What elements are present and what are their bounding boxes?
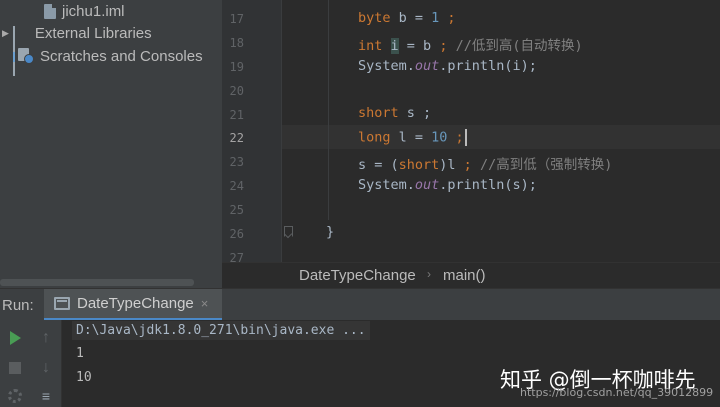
line-number: 20 <box>229 84 244 98</box>
code-keyword: long <box>358 129 391 146</box>
code-semicolon: ; <box>463 157 472 173</box>
line-number: 18 <box>229 36 244 50</box>
code-keyword: short <box>398 157 440 173</box>
line-number-current: 22 <box>229 131 244 145</box>
iml-file-icon <box>44 3 56 19</box>
line-number: 19 <box>229 60 244 74</box>
watermark-url: https://blog.csdn.net/qq_39012899 <box>520 386 714 399</box>
indent-guide <box>328 0 329 220</box>
line-number: 25 <box>229 203 244 217</box>
line-number: 23 <box>229 155 244 169</box>
scroll-down-button[interactable]: ↓ <box>36 358 56 378</box>
console-window-icon <box>54 297 70 310</box>
code-keyword: byte <box>358 10 391 26</box>
code-brace: } <box>326 224 335 240</box>
code-editor[interactable]: 17 18 19 20 21 22 23 24 25 26 27 byte b … <box>222 0 720 265</box>
scroll-up-button[interactable]: ↑ <box>36 328 56 348</box>
rerun-button[interactable] <box>5 328 25 348</box>
run-toolbar <box>0 320 30 407</box>
code-semicolon: ; <box>439 10 456 26</box>
breadcrumb-separator-icon: › <box>427 267 431 281</box>
current-line-highlight <box>222 125 720 149</box>
run-tab[interactable]: DateTypeChange × <box>44 289 222 321</box>
close-icon[interactable]: × <box>201 296 209 311</box>
horizontal-scrollbar[interactable] <box>0 279 194 286</box>
tree-item-label: Scratches and Consoles <box>40 47 203 65</box>
breadcrumb: DateTypeChange › main() <box>222 262 720 288</box>
code-text: )l <box>439 157 464 173</box>
code-line-19: System.out.println(i); <box>358 58 537 74</box>
soft-wrap-icon: ≡ <box>41 388 51 404</box>
editor-gutter: 17 18 19 20 21 22 23 24 25 26 27 <box>222 0 282 265</box>
expand-arrow-icon[interactable]: ▶ <box>2 28 9 39</box>
arrow-down-icon: ↓ <box>42 359 50 376</box>
code-text: l = <box>390 129 432 146</box>
tree-item-label: jichu1.iml <box>62 2 125 20</box>
code-text: b = <box>390 10 432 26</box>
line-number: 21 <box>229 108 244 122</box>
code-text: = b <box>398 38 440 54</box>
run-panel-header: Run: DateTypeChange × <box>0 288 720 321</box>
project-tree: jichu1.iml ▶ External Libraries Scratche… <box>0 0 222 288</box>
code-field: out <box>414 177 440 193</box>
code-number: 10 <box>431 129 448 146</box>
code-keyword: int <box>358 38 383 54</box>
breadcrumb-class[interactable]: DateTypeChange <box>299 267 416 284</box>
console-output-line: 1 <box>76 346 84 361</box>
code-keyword: short <box>358 105 399 121</box>
run-label: Run: <box>2 297 34 314</box>
settings-button[interactable] <box>5 386 25 406</box>
code-line-21: short s ; <box>358 105 431 121</box>
breadcrumb-method[interactable]: main() <box>443 267 486 284</box>
code-line-18: int i = b ; //低到高(自动转换) <box>358 34 583 54</box>
code-text: System. <box>358 177 415 193</box>
code-text: s ; <box>398 105 432 121</box>
code-variable-highlight: i <box>390 38 399 54</box>
tree-item-label: External Libraries <box>34 24 152 42</box>
soft-wrap-button[interactable]: ≡ <box>36 386 56 406</box>
code-line-26: } <box>326 224 334 240</box>
code-text: System. <box>358 58 415 74</box>
code-line-17: byte b = 1 ; <box>358 10 456 26</box>
line-number: 26 <box>229 227 244 241</box>
gear-icon <box>8 389 22 403</box>
run-toolbar-secondary: ↑ ↓ ≡ <box>30 320 62 407</box>
tree-item-scratches[interactable]: Scratches and Consoles <box>18 45 203 67</box>
stop-button[interactable] <box>5 358 25 378</box>
fold-marker-icon[interactable] <box>284 226 293 237</box>
arrow-up-icon: ↑ <box>42 329 50 346</box>
tree-item-external-libraries[interactable]: ▶ External Libraries <box>2 22 152 76</box>
play-icon <box>9 331 21 345</box>
code-comment: //低到高(自动转换) <box>447 38 583 54</box>
line-number: 24 <box>229 179 244 193</box>
run-tab-title: DateTypeChange <box>77 295 194 312</box>
code-text: s = ( <box>358 157 399 173</box>
libraries-icon <box>12 26 29 76</box>
code-line-24: System.out.println(s); <box>358 177 537 193</box>
console-command: D:\Java\jdk1.8.0_271\bin\java.exe ... <box>72 321 370 340</box>
tree-item-iml[interactable]: jichu1.iml <box>44 0 125 22</box>
code-comment: //高到低（强制转换) <box>471 157 613 173</box>
code-field: out <box>414 58 440 74</box>
code-text: .println(i); <box>439 58 537 74</box>
text-caret <box>464 129 467 146</box>
scratches-icon <box>18 48 34 64</box>
code-line-22: long l = 10 ; <box>358 129 467 146</box>
code-text: .println(s); <box>439 177 537 193</box>
code-semicolon: ; <box>447 129 464 146</box>
code-line-23: s = (short)l ; //高到低（强制转换) <box>358 153 612 173</box>
console-output-line: 10 <box>76 370 92 385</box>
stop-icon <box>9 362 21 374</box>
line-number: 17 <box>229 12 244 26</box>
